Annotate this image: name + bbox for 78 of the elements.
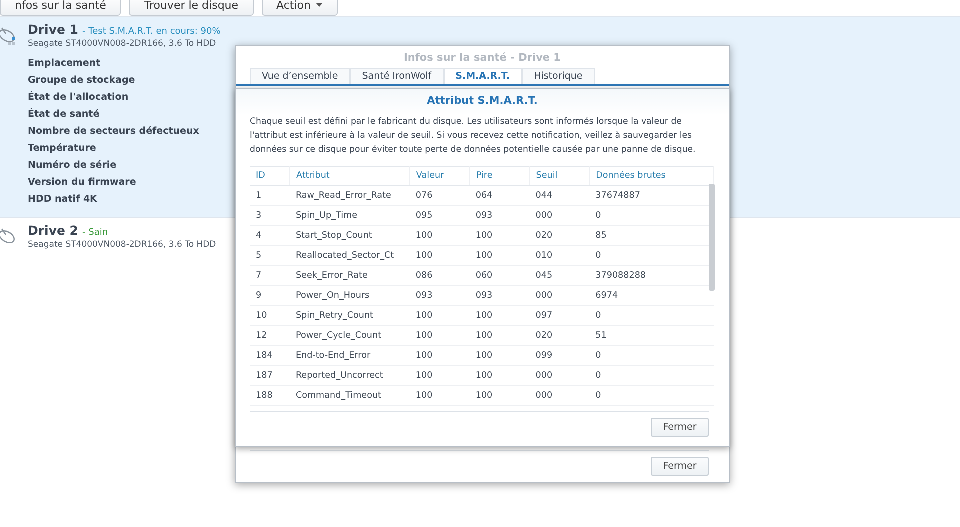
table-cell: 000 <box>530 366 590 386</box>
drive-status: - Test S.M.A.R.T. en cours: 90% <box>82 27 221 37</box>
table-cell: Raw_Read_Error_Rate <box>290 186 410 206</box>
detail-label: État de santé <box>28 109 101 120</box>
table-cell: Command_Timeout <box>290 386 410 406</box>
detail-label: État de l'allocation <box>28 92 130 103</box>
table-cell: 0 <box>590 346 714 366</box>
table-cell: 095 <box>410 206 470 226</box>
table-cell: 100 <box>470 246 530 266</box>
dialog-title: Infos sur la santé - Drive 1 <box>402 51 562 66</box>
table-cell: 100 <box>410 306 470 326</box>
table-cell: 010 <box>530 246 590 266</box>
detail-label: Température <box>28 143 98 154</box>
drive-model: Seagate ST4000VN008-2DR166, 3.6 To HDD <box>28 240 216 250</box>
table-cell: 100 <box>410 246 470 266</box>
table-cell: 093 <box>470 206 530 226</box>
table-cell: 100 <box>470 326 530 346</box>
drive-status: - Sain <box>82 228 108 238</box>
table-cell: 000 <box>530 206 590 226</box>
table-cell: 12 <box>250 326 290 346</box>
detail-label: HDD natif 4K <box>28 194 98 205</box>
table-cell: 51 <box>590 326 714 346</box>
table-cell: Power_Cycle_Count <box>290 326 410 346</box>
table-cell: 100 <box>470 346 530 366</box>
detail-label: Version du firmware <box>28 177 138 188</box>
table-cell: 064 <box>470 186 530 206</box>
table-cell: 093 <box>410 286 470 306</box>
table-cell: 060 <box>470 266 530 286</box>
table-cell: 4 <box>250 226 290 246</box>
table-cell: 044 <box>530 186 590 206</box>
drive-model: Seagate ST4000VN008-2DR166, 3.6 To HDD <box>28 39 218 49</box>
table-cell: 100 <box>470 366 530 386</box>
table-cell: 7 <box>250 266 290 286</box>
table-cell: Reported_Uncorrect <box>290 366 410 386</box>
table-cell: 100 <box>410 226 470 246</box>
table-cell: 0 <box>590 366 714 386</box>
table-cell: 076 <box>410 186 470 206</box>
table-cell: 020 <box>530 226 590 246</box>
table-cell: 093 <box>470 286 530 306</box>
detail-label: Nombre de secteurs défectueux <box>28 126 200 137</box>
table-cell: 100 <box>410 326 470 346</box>
table-cell: Spin_Retry_Count <box>290 306 410 326</box>
table-cell: 3 <box>250 206 290 226</box>
table-cell: 000 <box>530 286 590 306</box>
table-cell: 100 <box>410 366 470 386</box>
table-cell: 100 <box>410 346 470 366</box>
table-cell: 0 <box>590 306 714 326</box>
table-cell: 188 <box>250 386 290 406</box>
table-cell: 086 <box>410 266 470 286</box>
description-text: Chaque seuil est défini par le fabricant du disque. Les utilisateurs sont informés lorsque la valeur de l'attribut est inférieure à la valeur de seuil. Si vous recevez cette notification, veillez à sauvegarder les données sur ce disque pour éviter toute perte de données potentielle causée par une panne de disque. <box>250 116 697 157</box>
table-cell: 045 <box>530 266 590 286</box>
detail-label: Numéro de série <box>28 160 118 171</box>
table-cell: 1 <box>250 186 290 206</box>
drive-name: Drive 1 <box>28 22 79 37</box>
table-cell: 100 <box>470 306 530 326</box>
table-cell: 100 <box>470 386 530 406</box>
table-cell: 000 <box>530 386 590 406</box>
table-cell: 100 <box>410 386 470 406</box>
table-cell: 187 <box>250 366 290 386</box>
table-cell: 097 <box>530 306 590 326</box>
table-cell: 0 <box>590 386 714 406</box>
table-cell: 020 <box>530 326 590 346</box>
table-cell: 5 <box>250 246 290 266</box>
table-cell: 9 <box>250 286 290 306</box>
drive-name: Drive 2 <box>28 223 79 238</box>
dialog-title: Attribut S.M.A.R.T. <box>236 89 729 115</box>
detail-label: Emplacement <box>28 58 102 69</box>
detail-label: Groupe de stockage <box>28 75 136 86</box>
table-cell: 099 <box>530 346 590 366</box>
table-cell: Start_Stop_Count <box>290 226 410 246</box>
table-cell: 10 <box>250 306 290 326</box>
table-cell: Spin_Up_Time <box>290 206 410 226</box>
table-cell: 184 <box>250 346 290 366</box>
table-cell: End-to-End_Error <box>290 346 410 366</box>
table-cell: Seek_Error_Rate <box>290 266 410 286</box>
table-cell: 100 <box>470 226 530 246</box>
table-cell: Reallocated_Sector_Ct <box>290 246 410 266</box>
table-cell: Power_On_Hours <box>290 286 410 306</box>
